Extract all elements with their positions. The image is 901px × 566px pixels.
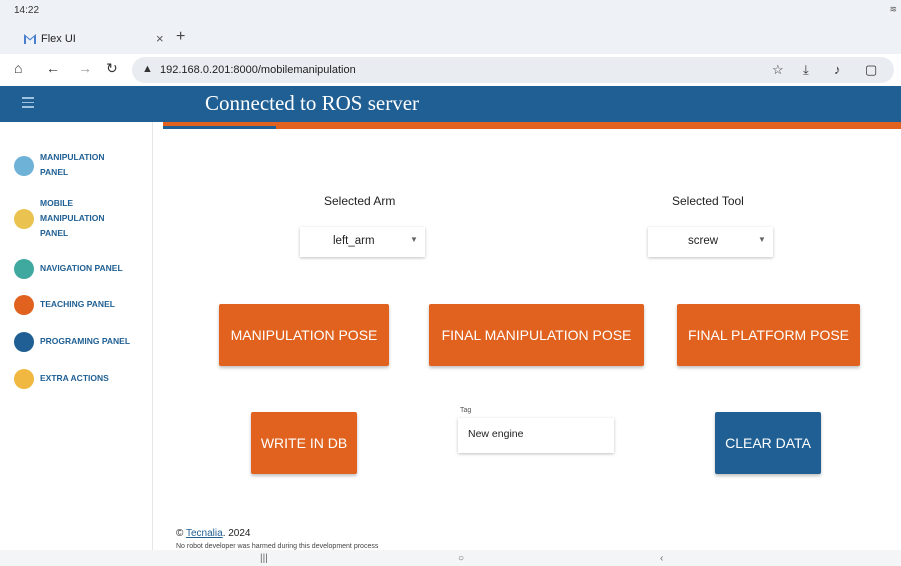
teaching-icon [14,295,34,315]
address-bar[interactable]: ▲ 192.168.0.201:8000/mobilemanipulation … [132,57,894,83]
tag-input[interactable] [468,428,603,440]
footer-year: . 2024 [222,528,251,539]
selected-tool-label: Selected Tool [672,194,744,208]
app-header: Connected to ROS server [0,86,901,122]
write-in-db-button[interactable]: WRITE IN DB [251,412,357,474]
copyright-symbol: © [176,528,184,539]
gmail-favicon-icon [24,34,36,44]
browser-tab[interactable]: Flex UI × [16,25,168,51]
chevron-down-icon: ▼ [410,235,418,244]
robot-arm-icon [14,156,34,176]
system-nav-bar: ||| ○ ‹ [0,550,901,566]
warning-triangle-icon[interactable]: ▲ [142,63,153,75]
active-tab-indicator [163,126,276,129]
mobile-robot-icon [14,209,34,229]
panel-tab-bar [163,122,901,129]
programming-icon [14,332,34,352]
tool-select[interactable]: screw ▼ [648,227,773,257]
back-icon[interactable]: ← [46,60,60,76]
star-icon[interactable]: ☆ [772,62,784,78]
hamburger-menu-icon[interactable] [22,97,34,108]
home-circle-icon[interactable]: ○ [458,553,464,564]
final-platform-pose-button[interactable]: FINAL PLATFORM POSE [677,304,860,366]
sidebar: MANIPULATION PANEL MOBILE MANIPULATION P… [0,122,153,550]
extra-actions-icon [14,369,34,389]
wifi-icon: ≋ [889,4,897,14]
new-tab-icon[interactable]: + [176,28,185,46]
header-title: Connected to ROS server [205,91,420,115]
home-icon[interactable]: ⌂ [14,60,22,76]
footer: © Tecnalia. 2024 [176,528,251,539]
tool-select-value: screw [688,235,719,247]
selected-arm-label: Selected Arm [324,194,396,208]
sidebar-item-label: PROGRAMING PANEL [40,336,131,346]
arm-select-value: left_arm [333,235,375,247]
clear-data-button[interactable]: CLEAR DATA [715,412,821,474]
microphone-icon[interactable]: ♪ [834,62,841,77]
tab-strip: Flex UI × + [0,22,901,54]
tab-close-icon[interactable]: × [156,31,164,46]
tab-count-icon[interactable]: ▢ [865,62,877,78]
sidebar-item-label: EXTRA ACTIONS [40,373,109,383]
reload-icon[interactable]: ↻ [106,60,118,77]
tag-field-label: Tag [460,407,472,414]
footer-note: No robot developer was harmed during thi… [176,543,379,550]
final-manipulation-pose-button[interactable]: FINAL MANIPULATION POSE [429,304,644,366]
url-row: ⌂ ← → ↻ ▲ 192.168.0.201:8000/mobilemanip… [0,54,901,86]
tecnalia-link[interactable]: Tecnalia [186,528,223,539]
sidebar-item-label: MOBILE MANIPULATION PANEL [40,198,105,238]
chevron-down-icon: ▼ [758,235,766,244]
tag-field[interactable] [458,418,614,453]
manipulation-pose-button[interactable]: MANIPULATION POSE [219,304,389,366]
status-bar: 14:22 ≋ [0,0,901,22]
recent-apps-icon[interactable]: ||| [260,553,268,564]
tab-title: Flex UI [41,33,76,45]
download-icon[interactable]: ⤓ [803,62,809,78]
back-chevron-icon[interactable]: ‹ [660,553,663,564]
sidebar-item-label: TEACHING PANEL [40,299,115,309]
navigation-icon [14,259,34,279]
forward-icon[interactable]: → [78,60,92,76]
sidebar-item-label: MANIPULATION PANEL [40,152,105,177]
arm-select[interactable]: left_arm ▼ [300,227,425,257]
status-time: 14:22 [14,5,40,16]
url-text[interactable]: 192.168.0.201:8000/mobilemanipulation [160,64,356,76]
sidebar-item-label: NAVIGATION PANEL [40,263,123,273]
